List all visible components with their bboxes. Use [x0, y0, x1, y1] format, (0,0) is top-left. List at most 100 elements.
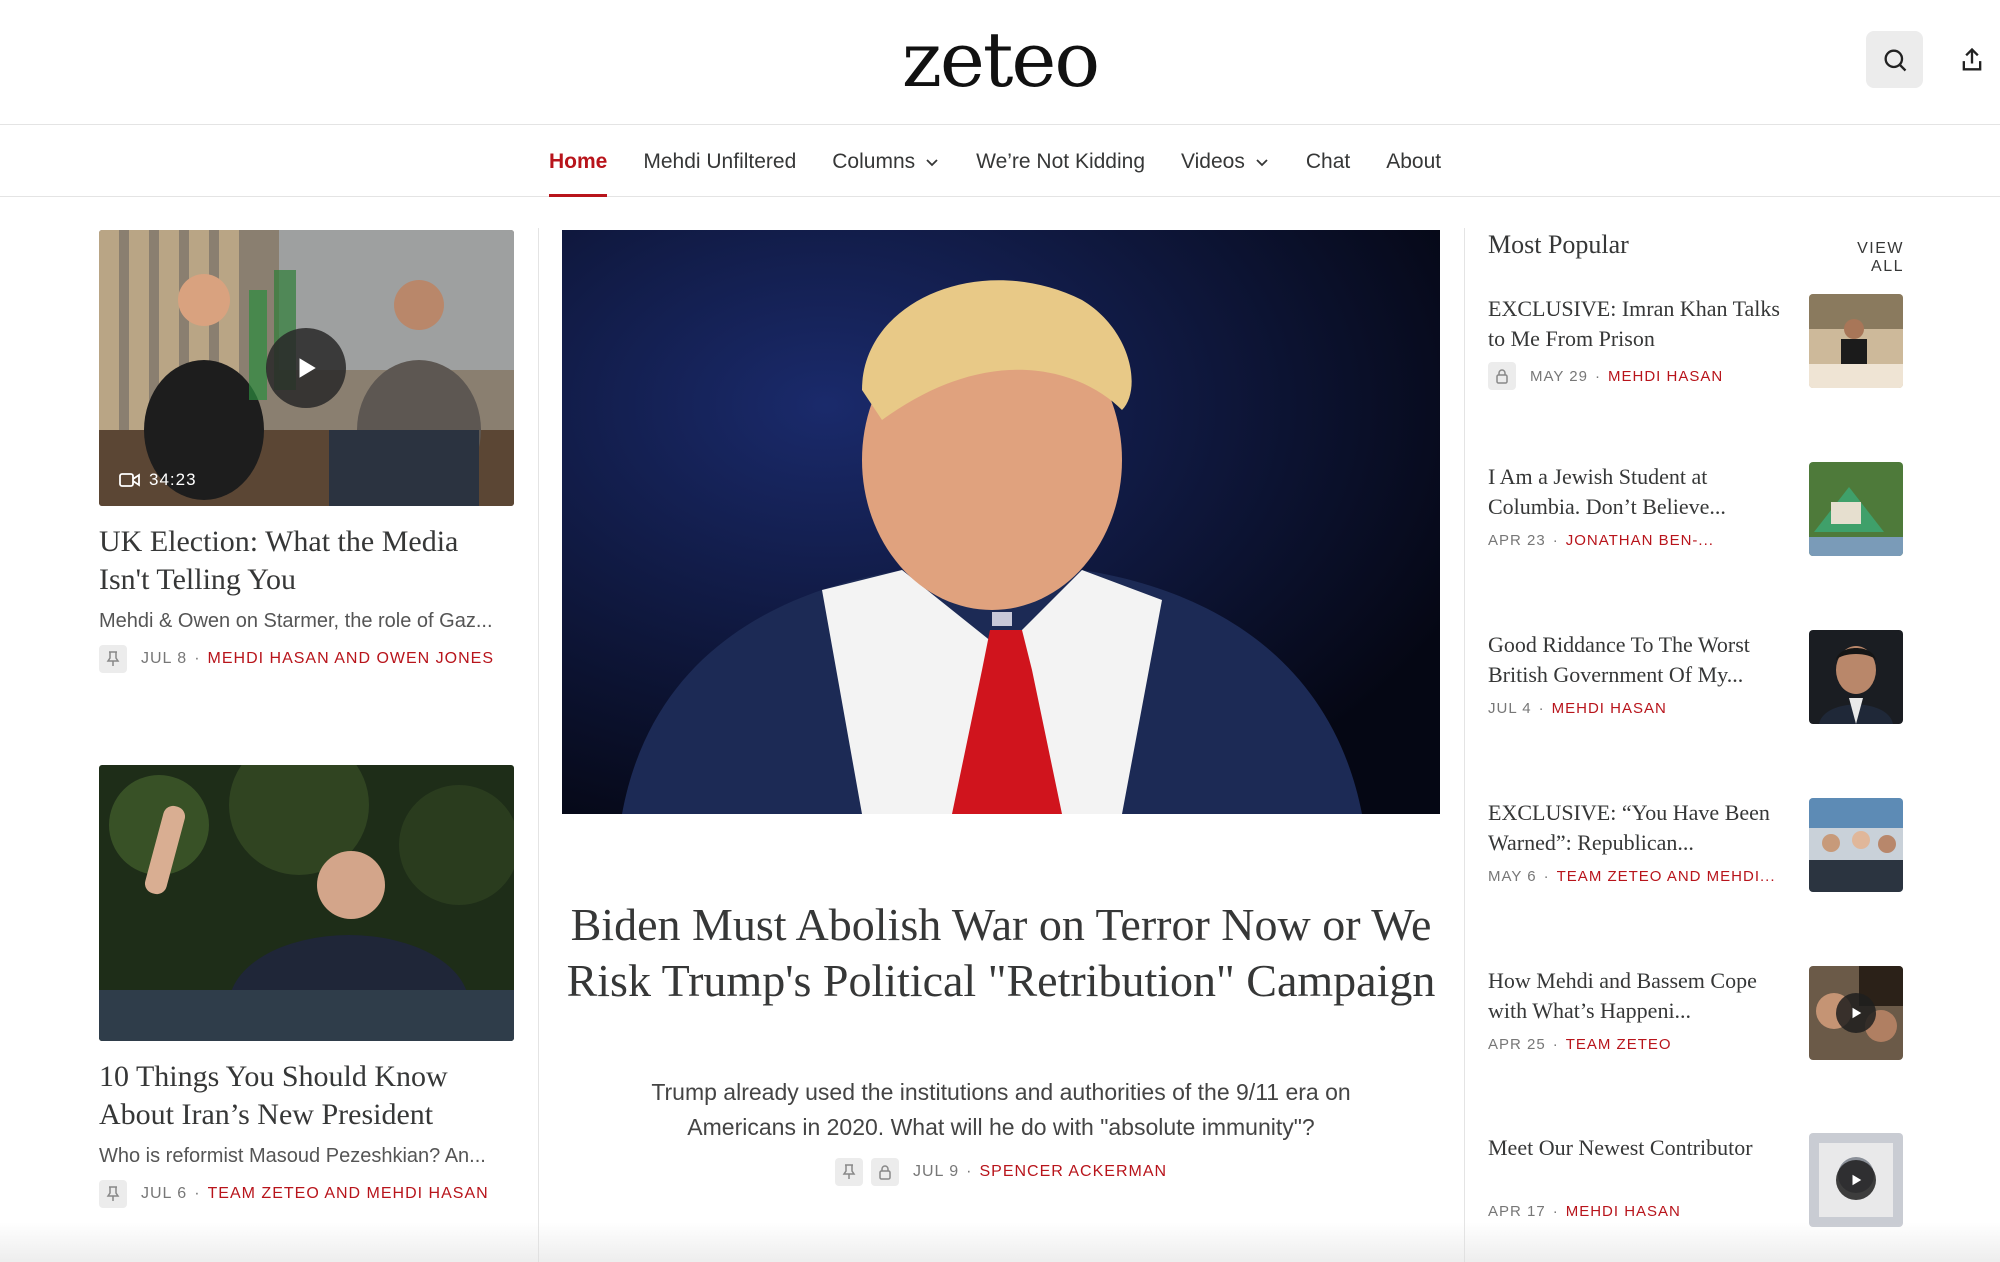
popular-item-author[interactable]: MEHDI HASAN [1608, 368, 1723, 385]
separator-dot: · [1552, 532, 1559, 549]
lock-badge [870, 1158, 899, 1186]
nav-columns-label: Columns [832, 149, 916, 173]
play-button[interactable] [1836, 1160, 1876, 1200]
separator-dot: · [194, 650, 201, 667]
hero-author[interactable]: SPENCER ACKERMAN [979, 1163, 1167, 1181]
video-duration: 34:23 [119, 470, 197, 490]
post-thumbnail[interactable] [99, 765, 514, 1041]
popular-item-date: APR 17 [1488, 1203, 1546, 1220]
pin-badge [99, 1180, 127, 1208]
popular-item-author[interactable]: MEHDI HASAN [1552, 700, 1667, 717]
popular-item-title[interactable]: How Mehdi and Bassem Cope with What’s Ha… [1488, 966, 1800, 1026]
play-button[interactable] [266, 328, 346, 408]
nav-were-not-kidding[interactable]: We’re Not Kidding [976, 126, 1145, 197]
post-date: JUL 8 [141, 650, 188, 667]
popular-item-thumbnail[interactable] [1809, 462, 1903, 556]
popular-item-title[interactable]: Meet Our Newest Contributor [1488, 1133, 1800, 1163]
popular-item-date: MAY 6 [1488, 868, 1537, 885]
separator-dot: · [1594, 367, 1601, 385]
popular-item-meta: APR 23 · JONATHAN BEN-... [1488, 532, 1798, 549]
popular-item-title[interactable]: I Am a Jewish Student at Columbia. Don’t… [1488, 462, 1800, 522]
nav-about[interactable]: About [1386, 126, 1441, 197]
post-thumbnail[interactable]: 34:23 [99, 230, 514, 506]
popular-item-title[interactable]: EXCLUSIVE: “You Have Been Warned”: Repub… [1488, 798, 1800, 858]
pin-icon [106, 1186, 120, 1201]
play-icon [299, 358, 316, 378]
popular-item-date: MAY 29 [1530, 367, 1588, 385]
nav-mehdi-unfiltered[interactable]: Mehdi Unfiltered [643, 126, 796, 197]
popular-item-title[interactable]: Good Riddance To The Worst British Gover… [1488, 630, 1800, 690]
play-icon [1852, 1007, 1862, 1019]
nav-mehdi-unfiltered-label: Mehdi Unfiltered [643, 149, 797, 173]
share-icon [1962, 47, 1982, 70]
nav-videos[interactable]: Videos [1181, 126, 1270, 197]
column-divider [538, 228, 539, 1262]
popular-item-meta: MAY 6 · TEAM ZETEO AND MEHDI... [1488, 868, 1798, 885]
search-icon [1884, 49, 1906, 71]
popular-item[interactable]: How Mehdi and Bassem Cope with What’s Ha… [1488, 966, 1903, 1116]
view-all-link[interactable]: VIEW ALL [1824, 240, 1904, 276]
hero-date: JUL 9 [912, 1163, 960, 1180]
popular-item[interactable]: I Am a Jewish Student at Columbia. Don’t… [1488, 462, 1903, 612]
pin-icon [842, 1164, 856, 1179]
post-meta: JUL 8 · MEHDI HASAN AND OWEN JONES [99, 645, 514, 673]
popular-item-author[interactable]: MEHDI HASAN [1566, 1203, 1681, 1220]
popular-item-author[interactable]: JONATHAN BEN-... [1566, 532, 1714, 549]
duration-text: 34:23 [149, 470, 197, 489]
post-author[interactable]: TEAM ZETEO AND MEHDI HASAN [208, 1185, 489, 1203]
popular-item-meta: APR 17 · MEHDI HASAN [1488, 1203, 1798, 1220]
hero-image[interactable] [562, 230, 1440, 814]
popular-item-author[interactable]: TEAM ZETEO AND MEHDI... [1557, 868, 1776, 885]
post-card-iran-president[interactable]: 10 Things You Should Know About Iran’s N… [99, 765, 514, 1208]
popular-item-thumbnail[interactable] [1809, 798, 1903, 892]
search-button[interactable] [1866, 31, 1923, 88]
chevron-down-icon [926, 158, 938, 166]
separator-dot: · [1552, 1036, 1559, 1053]
imran-khan-image [1809, 294, 1903, 388]
site-header: zeteo [0, 0, 2000, 125]
iran-president-image [99, 765, 514, 1041]
main-nav: Home Mehdi Unfiltered Columns We’re Not … [0, 126, 2000, 197]
post-subtitle: Who is reformist Masoud Pezeshkian? An..… [99, 1145, 486, 1167]
separator-dot: · [966, 1163, 973, 1180]
popular-item[interactable]: Good Riddance To The Worst British Gover… [1488, 630, 1903, 780]
post-author[interactable]: MEHDI HASAN AND OWEN JONES [208, 650, 494, 668]
share-button[interactable] [1950, 31, 1994, 88]
site-logo[interactable]: zeteo [0, 14, 2000, 106]
nav-home[interactable]: Home [549, 126, 608, 197]
post-meta: JUL 6 · TEAM ZETEO AND MEHDI HASAN [99, 1180, 514, 1208]
popular-item-meta: MAY 29 · MEHDI HASAN [1488, 362, 1798, 390]
popular-item-date: APR 25 [1488, 1036, 1546, 1053]
pin-icon [106, 651, 120, 666]
nav-chat[interactable]: Chat [1306, 126, 1350, 197]
post-title[interactable]: UK Election: What the Media Isn't Tellin… [99, 523, 514, 599]
popular-item-date: JUL 4 [1488, 700, 1532, 717]
post-date: JUL 6 [141, 1185, 188, 1202]
separator-dot: · [1538, 700, 1545, 717]
most-popular-heading: Most Popular [1488, 230, 1629, 259]
popular-item-thumbnail[interactable] [1809, 1133, 1903, 1227]
hero-title[interactable]: Biden Must Abolish War on Terror Now or … [562, 897, 1440, 1009]
popular-item-thumbnail[interactable] [1809, 294, 1903, 388]
hero-subtitle: Trump already used the institutions and … [651, 1079, 1351, 1140]
hero-meta: JUL 9 · SPENCER ACKERMAN [562, 1158, 1440, 1186]
popular-item-author[interactable]: TEAM ZETEO [1566, 1036, 1672, 1053]
popular-item[interactable]: EXCLUSIVE: Imran Khan Talks to Me From P… [1488, 294, 1903, 444]
play-icon [1852, 1174, 1862, 1186]
popular-item-meta: JUL 4 · MEHDI HASAN [1488, 700, 1798, 717]
popular-item-title[interactable]: EXCLUSIVE: Imran Khan Talks to Me From P… [1488, 294, 1800, 354]
post-card-uk-election[interactable]: 34:23 UK Election: What the Media Isn't … [99, 230, 514, 673]
lock-badge [1488, 362, 1516, 390]
nav-columns[interactable]: Columns [832, 126, 940, 197]
popular-item-thumbnail[interactable] [1809, 630, 1903, 724]
column-divider [1464, 228, 1465, 1262]
post-title[interactable]: 10 Things You Should Know About Iran’s N… [99, 1058, 514, 1134]
hero-portrait [562, 230, 1440, 814]
popular-item-thumbnail[interactable] [1809, 966, 1903, 1060]
separator-dot: · [194, 1185, 201, 1202]
campus-tents-image [1809, 462, 1903, 556]
lock-icon [879, 1165, 891, 1180]
popular-item[interactable]: EXCLUSIVE: “You Have Been Warned”: Repub… [1488, 798, 1903, 948]
nav-home-label: Home [549, 149, 608, 173]
play-button[interactable] [1836, 993, 1876, 1033]
